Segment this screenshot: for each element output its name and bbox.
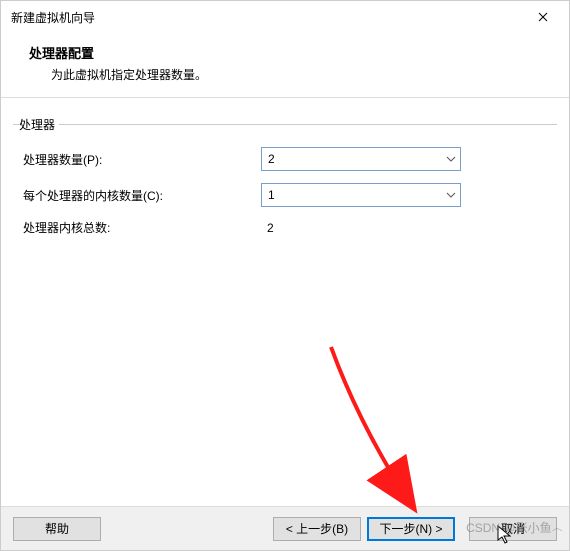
page-title: 处理器配置 [29,43,547,62]
page-subtitle: 为此虚拟机指定处理器数量。 [29,66,547,83]
label-processor-count: 处理器数量(P): [23,151,261,168]
label-total-cores: 处理器内核总数: [23,219,261,236]
row-total-cores: 处理器内核总数: 2 [23,219,547,236]
wizard-dialog: 新建虚拟机向导 处理器配置 为此虚拟机指定处理器数量。 处理器 处理器数量(P)… [0,0,570,551]
cancel-button[interactable]: 取消 [469,517,557,541]
input-cores-per-processor[interactable] [262,184,460,206]
processor-group: 处理器 处理器数量(P): 每个处理器的内核数量(C): [13,116,557,258]
window-title: 新建虚拟机向导 [11,9,95,26]
close-button[interactable] [525,3,561,31]
annotation-arrow [321,339,461,529]
input-processor-count[interactable] [262,148,460,170]
footer-bar: 帮助 < 上一步(B) 下一步(N) > 取消 [1,506,569,550]
combo-cores-per-processor[interactable] [261,183,461,207]
row-processor-count: 处理器数量(P): [23,147,547,171]
titlebar: 新建虚拟机向导 [1,1,569,33]
row-cores-per-processor: 每个处理器的内核数量(C): [23,183,547,207]
group-legend: 处理器 [19,116,59,133]
close-icon [538,9,548,25]
value-total-cores: 2 [261,221,274,235]
next-button[interactable]: 下一步(N) > [367,517,455,541]
back-button[interactable]: < 上一步(B) [273,517,361,541]
help-button[interactable]: 帮助 [13,517,101,541]
content-area: 处理器 处理器数量(P): 每个处理器的内核数量(C): [1,98,569,258]
combo-processor-count[interactable] [261,147,461,171]
label-cores-per-processor: 每个处理器的内核数量(C): [23,187,261,204]
wizard-header: 处理器配置 为此虚拟机指定处理器数量。 [1,33,569,98]
